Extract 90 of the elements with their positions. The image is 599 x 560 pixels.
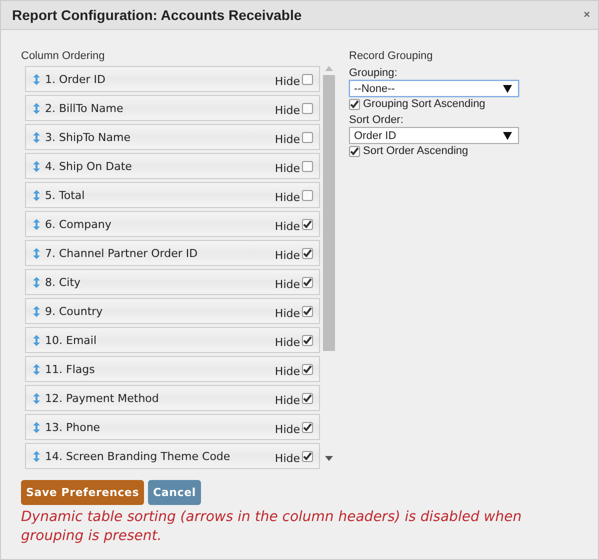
drag-handle-icon[interactable] bbox=[33, 74, 40, 84]
hide-checkbox[interactable] bbox=[302, 74, 313, 84]
section-title: Column Ordering bbox=[21, 50, 106, 62]
dropdown-arrow-icon bbox=[503, 132, 512, 140]
column-row[interactable]: 12. Payment Method Hide bbox=[25, 385, 320, 411]
column-name: 6. Company bbox=[45, 218, 112, 230]
drag-handle-icon[interactable] bbox=[33, 450, 40, 462]
hide-label: Hide bbox=[274, 450, 300, 464]
warning-message: Dynamic table sorting (arrows in the column headers) is disabled when grouping is present. bbox=[21, 508, 523, 546]
drag-handle-icon[interactable] bbox=[33, 190, 40, 200]
hide-checkbox[interactable] bbox=[302, 132, 313, 142]
column-name: 11. Flags bbox=[45, 362, 96, 376]
hide-checkbox[interactable] bbox=[302, 190, 313, 200]
scrollbar-thumb[interactable] bbox=[323, 75, 335, 351]
hide-label: Hide bbox=[274, 276, 300, 290]
hide-checkbox[interactable] bbox=[302, 334, 313, 346]
cancel-button[interactable]: Cancel bbox=[148, 480, 201, 505]
hide-checkbox[interactable] bbox=[302, 364, 313, 374]
column-name: 5. Total bbox=[45, 188, 86, 202]
save-button[interactable]: Save Preferences bbox=[21, 480, 144, 505]
drag-handle-icon[interactable] bbox=[33, 248, 40, 258]
column-name: 3. ShipTo Name bbox=[45, 130, 132, 144]
column-name: 12. Payment Method bbox=[45, 392, 160, 404]
hide-label: Hide bbox=[274, 190, 300, 204]
column-row[interactable]: 7. Channel Partner Order ID Hide bbox=[25, 240, 320, 266]
hide-label: Hide bbox=[274, 364, 300, 378]
drag-handle-icon[interactable] bbox=[33, 392, 40, 404]
dropdown-arrow-icon bbox=[503, 84, 512, 92]
field-label: Sort Order: bbox=[349, 114, 404, 126]
grouping-dropdown[interactable]: --None-- bbox=[349, 80, 519, 97]
column-row[interactable]: 9. Country Hide bbox=[25, 298, 320, 324]
hide-checkbox[interactable] bbox=[302, 248, 313, 258]
field-label: Grouping: bbox=[349, 67, 398, 79]
drag-handle-icon[interactable] bbox=[33, 334, 40, 346]
checkbox-label: Sort Order Ascending bbox=[363, 145, 468, 157]
checkbox[interactable] bbox=[349, 98, 360, 110]
column-row[interactable]: 8. City Hide bbox=[25, 269, 320, 295]
hide-checkbox[interactable] bbox=[302, 422, 313, 432]
hide-label: Hide bbox=[274, 132, 300, 146]
hide-checkbox[interactable] bbox=[302, 392, 313, 404]
column-row[interactable]: 10. Email Hide bbox=[25, 327, 320, 353]
drag-handle-icon[interactable] bbox=[33, 306, 40, 316]
hide-checkbox[interactable] bbox=[302, 276, 313, 288]
column-row[interactable]: 6. Company Hide bbox=[25, 211, 320, 237]
window-title: Report Configuration: Accounts Receivable bbox=[12, 7, 303, 23]
column-name: 2. BillTo Name bbox=[45, 102, 124, 114]
hide-label: Hide bbox=[274, 218, 300, 232]
column-name: 10. Email bbox=[45, 334, 98, 346]
drag-handle-icon[interactable] bbox=[33, 132, 40, 142]
column-name: 9. Country bbox=[45, 304, 104, 318]
column-row[interactable]: 5. Total Hide bbox=[25, 182, 320, 208]
hide-checkbox[interactable] bbox=[302, 450, 313, 462]
hide-label: Hide bbox=[274, 306, 300, 320]
sort-order-dropdown[interactable]: Order ID bbox=[349, 127, 519, 144]
hide-label: Hide bbox=[274, 248, 300, 262]
column-name: 1. Order ID bbox=[45, 72, 106, 86]
column-row[interactable]: 1. Order ID Hide bbox=[25, 66, 320, 92]
hide-label: Hide bbox=[274, 422, 300, 436]
section-title: Record Grouping bbox=[349, 50, 434, 62]
column-row[interactable]: 3. ShipTo Name Hide bbox=[25, 124, 320, 150]
hide-checkbox[interactable] bbox=[302, 306, 313, 316]
scroll-up-icon[interactable] bbox=[325, 66, 333, 71]
drag-handle-icon[interactable] bbox=[33, 102, 40, 114]
column-name: 4. Ship On Date bbox=[45, 160, 133, 172]
hide-label: Hide bbox=[274, 74, 300, 88]
column-row[interactable]: 11. Flags Hide bbox=[25, 356, 320, 382]
column-row[interactable]: 13. Phone Hide bbox=[25, 414, 320, 440]
column-name: 8. City bbox=[45, 276, 82, 288]
hide-label: Hide bbox=[274, 102, 300, 116]
hide-label: Hide bbox=[274, 334, 300, 348]
checkbox-label: Grouping Sort Ascending bbox=[363, 98, 486, 110]
drag-handle-icon[interactable] bbox=[33, 422, 40, 432]
drag-handle-icon[interactable] bbox=[33, 364, 40, 374]
hide-label: Hide bbox=[274, 392, 300, 406]
column-row[interactable]: 2. BillTo Name Hide bbox=[25, 95, 320, 121]
drag-handle-icon[interactable] bbox=[33, 160, 40, 172]
column-row[interactable]: 4. Ship On Date Hide bbox=[25, 153, 320, 179]
hide-checkbox[interactable] bbox=[302, 160, 313, 172]
column-name: 7. Channel Partner Order ID bbox=[45, 246, 199, 260]
column-row[interactable]: 14. Screen Branding Theme Code Hide bbox=[25, 443, 320, 469]
hide-label: Hide bbox=[274, 160, 300, 174]
column-name: 13. Phone bbox=[45, 420, 102, 434]
hide-checkbox[interactable] bbox=[302, 218, 313, 230]
column-name: 14. Screen Branding Theme Code bbox=[45, 450, 232, 462]
hide-checkbox[interactable] bbox=[302, 102, 313, 114]
scroll-down-icon[interactable] bbox=[325, 456, 333, 461]
drag-handle-icon[interactable] bbox=[33, 218, 40, 230]
drag-handle-icon[interactable] bbox=[33, 276, 40, 288]
close-button[interactable]: × bbox=[584, 9, 590, 21]
checkbox[interactable] bbox=[349, 146, 360, 156]
